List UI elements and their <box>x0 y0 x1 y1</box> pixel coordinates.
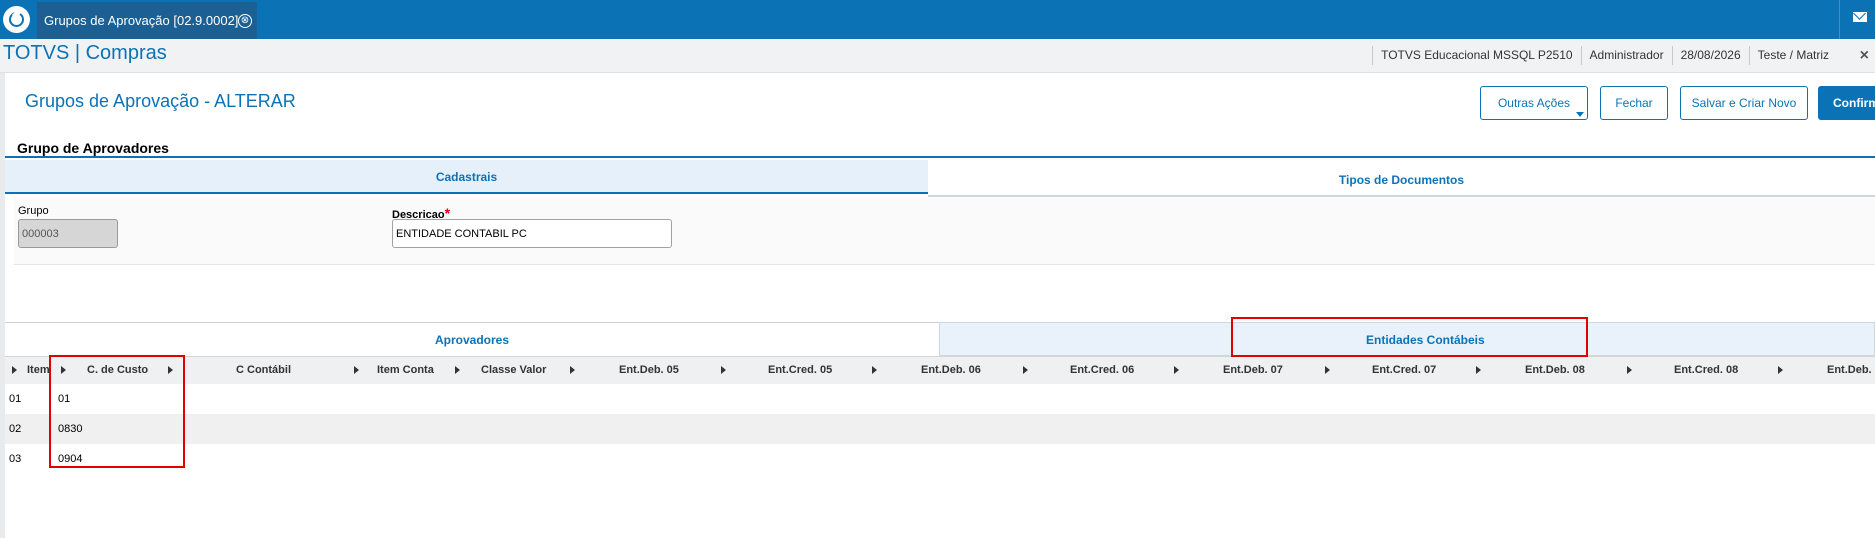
sort-arrow-icon[interactable] <box>168 366 173 374</box>
sort-arrow-icon[interactable] <box>1325 366 1330 374</box>
tab-aprovadores[interactable]: Aprovadores <box>5 322 939 356</box>
form-title: Grupos de Aprovação - ALTERAR <box>25 91 296 111</box>
sort-arrow-icon[interactable] <box>1476 366 1481 374</box>
sort-arrow-icon[interactable] <box>12 366 17 374</box>
column-header-ent-cred-06[interactable]: Ent.Cred. 06 <box>1070 357 1134 384</box>
grid-header: Item C. de Custo C Contábil Item Conta C… <box>5 356 1875 385</box>
column-header-ent-deb-07[interactable]: Ent.Deb. 07 <box>1223 357 1283 384</box>
top-tab-bar: Grupos de Aprovação [02.9.0002] ⊗ <box>0 0 1875 39</box>
tab-close-icon[interactable]: ⊗ <box>238 14 252 28</box>
tab-tipos-de-documentos[interactable]: Tipos de Documentos <box>928 163 1875 197</box>
sort-arrow-icon[interactable] <box>1778 366 1783 374</box>
fechar-button[interactable]: Fechar <box>1600 86 1668 120</box>
column-header-ent-cred-08[interactable]: Ent.Cred. 08 <box>1674 357 1738 384</box>
sort-arrow-icon[interactable] <box>872 366 877 374</box>
cell-item[interactable]: 02 <box>9 414 21 444</box>
chevron-down-icon <box>1576 112 1584 117</box>
column-header-ent-deb-09[interactable]: Ent.Deb. <box>1827 357 1872 384</box>
column-header-item-conta[interactable]: Item Conta <box>377 357 434 384</box>
tab-cadastrais[interactable]: Cadastrais <box>5 160 928 194</box>
outras-acoes-button[interactable]: Outras Ações <box>1480 86 1588 120</box>
column-header-ent-deb-05[interactable]: Ent.Deb. 05 <box>619 357 679 384</box>
title-bar: TOTVS | Compras TOTVS Educacional MSSQL … <box>0 39 1875 73</box>
mail-icon[interactable] <box>1853 12 1867 22</box>
app-title: TOTVS | Compras <box>3 42 167 64</box>
sort-arrow-icon[interactable] <box>354 366 359 374</box>
section-divider <box>5 156 1875 158</box>
sort-arrow-icon[interactable] <box>1174 366 1179 374</box>
topbar-divider <box>1839 0 1840 39</box>
status-bar: TOTVS Educacional MSSQL P2510 Administra… <box>1372 46 1837 65</box>
grupo-label: Grupo <box>18 205 49 217</box>
cell-c-de-custo[interactable]: 0830 <box>58 414 82 444</box>
app-tab[interactable]: Grupos de Aprovação [02.9.0002] ⊗ <box>37 2 257 39</box>
salvar-criar-novo-button[interactable]: Salvar e Criar Novo <box>1680 86 1808 120</box>
column-header-ent-deb-08[interactable]: Ent.Deb. 08 <box>1525 357 1585 384</box>
cell-c-de-custo[interactable]: 0904 <box>58 444 82 474</box>
table-row[interactable]: 03 0904 <box>5 444 1875 474</box>
date-label: 28/08/2026 <box>1671 46 1749 65</box>
column-header-ent-cred-07[interactable]: Ent.Cred. 07 <box>1372 357 1436 384</box>
tab-entidades-contabeis-label: Entidades Contábeis <box>1366 333 1485 347</box>
confirmar-button[interactable]: Confirmar <box>1818 86 1875 120</box>
descricao-field[interactable]: ENTIDADE CONTABIL PC <box>392 219 672 248</box>
cell-item[interactable]: 03 <box>9 444 21 474</box>
sort-arrow-icon[interactable] <box>455 366 460 374</box>
column-header-c-de-custo[interactable]: C. de Custo <box>87 357 148 384</box>
sort-arrow-icon[interactable] <box>61 366 66 374</box>
environment-label: TOTVS Educacional MSSQL P2510 <box>1372 46 1580 65</box>
column-header-ent-cred-05[interactable]: Ent.Cred. 05 <box>768 357 832 384</box>
sort-arrow-icon[interactable] <box>721 366 726 374</box>
column-header-classe-valor[interactable]: Classe Valor <box>481 357 546 384</box>
totvs-logo-icon[interactable] <box>3 6 30 33</box>
sort-arrow-icon[interactable] <box>1627 366 1632 374</box>
column-header-c-contabil[interactable]: C Contábil <box>236 357 291 384</box>
cell-item[interactable]: 01 <box>9 384 21 414</box>
section-title: Grupo de Aprovadores <box>17 140 169 156</box>
cell-c-de-custo[interactable]: 01 <box>58 384 70 414</box>
user-label: Administrador <box>1580 46 1672 65</box>
table-row[interactable]: 02 0830 <box>5 414 1875 444</box>
grupo-field[interactable]: 000003 <box>18 219 118 248</box>
sort-arrow-icon[interactable] <box>570 366 575 374</box>
column-header-ent-deb-06[interactable]: Ent.Deb. 06 <box>921 357 981 384</box>
table-row[interactable]: 01 01 <box>5 384 1875 414</box>
outras-acoes-label: Outras Ações <box>1497 96 1571 110</box>
close-icon[interactable]: × <box>1860 47 1869 65</box>
app-tab-label: Grupos de Aprovação [02.9.0002] <box>44 13 239 28</box>
company-label: Teste / Matriz <box>1748 46 1837 65</box>
tab-entidades-contabeis[interactable]: Entidades Contábeis <box>939 322 1875 356</box>
fields-panel <box>14 198 1875 265</box>
column-header-item[interactable]: Item <box>27 357 50 384</box>
sort-arrow-icon[interactable] <box>1023 366 1028 374</box>
